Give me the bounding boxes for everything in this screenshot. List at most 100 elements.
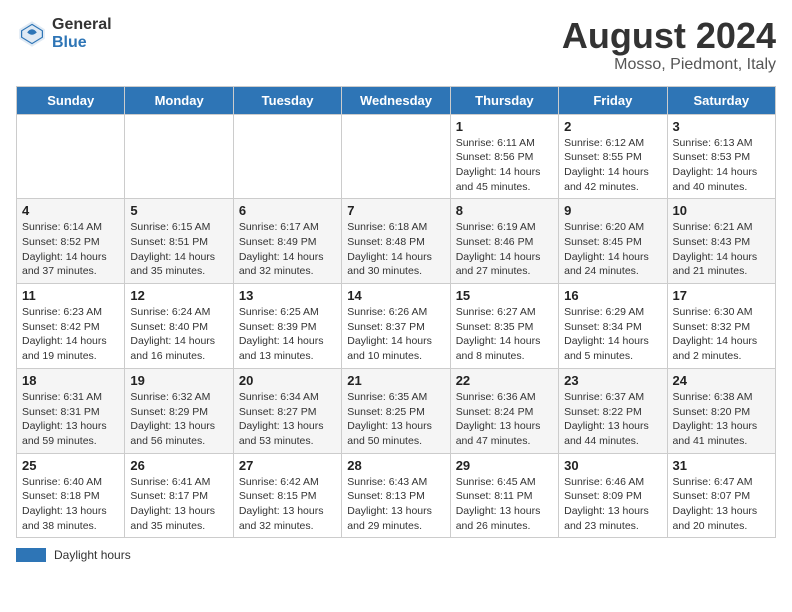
sunrise-text: Sunrise: 6:13 AM [673, 136, 770, 151]
sunset-text: Sunset: 8:31 PM [22, 405, 119, 420]
date-number: 7 [347, 203, 444, 218]
daylight-text: Daylight: 13 hours and 35 minutes. [130, 504, 227, 533]
calendar-week-row: 25 Sunrise: 6:40 AM Sunset: 8:18 PM Dayl… [17, 453, 776, 538]
sunrise-text: Sunrise: 6:18 AM [347, 220, 444, 235]
header-tuesday: Tuesday [233, 86, 341, 114]
date-number: 18 [22, 373, 119, 388]
date-number: 1 [456, 119, 553, 134]
page-header: General Blue August 2024 Mosso, Piedmont… [16, 16, 776, 74]
table-row: 23 Sunrise: 6:37 AM Sunset: 8:22 PM Dayl… [559, 368, 667, 453]
legend: Daylight hours [16, 548, 776, 562]
daylight-text: Daylight: 14 hours and 30 minutes. [347, 250, 444, 279]
sunrise-text: Sunrise: 6:37 AM [564, 390, 661, 405]
daylight-text: Daylight: 13 hours and 20 minutes. [673, 504, 770, 533]
header-sunday: Sunday [17, 86, 125, 114]
sunset-text: Sunset: 8:32 PM [673, 320, 770, 335]
date-number: 30 [564, 458, 661, 473]
sunrise-text: Sunrise: 6:41 AM [130, 475, 227, 490]
sunrise-text: Sunrise: 6:32 AM [130, 390, 227, 405]
sunset-text: Sunset: 8:09 PM [564, 489, 661, 504]
sunrise-text: Sunrise: 6:15 AM [130, 220, 227, 235]
sunrise-text: Sunrise: 6:19 AM [456, 220, 553, 235]
sunrise-text: Sunrise: 6:47 AM [673, 475, 770, 490]
sunset-text: Sunset: 8:35 PM [456, 320, 553, 335]
daylight-text: Daylight: 14 hours and 32 minutes. [239, 250, 336, 279]
sunrise-text: Sunrise: 6:23 AM [22, 305, 119, 320]
sunrise-text: Sunrise: 6:35 AM [347, 390, 444, 405]
table-row: 17 Sunrise: 6:30 AM Sunset: 8:32 PM Dayl… [667, 284, 775, 369]
date-number: 25 [22, 458, 119, 473]
header-wednesday: Wednesday [342, 86, 450, 114]
sunset-text: Sunset: 8:18 PM [22, 489, 119, 504]
date-number: 11 [22, 288, 119, 303]
table-row: 26 Sunrise: 6:41 AM Sunset: 8:17 PM Dayl… [125, 453, 233, 538]
date-number: 8 [456, 203, 553, 218]
date-number: 17 [673, 288, 770, 303]
date-number: 22 [456, 373, 553, 388]
daylight-text: Daylight: 13 hours and 38 minutes. [22, 504, 119, 533]
date-number: 12 [130, 288, 227, 303]
sunset-text: Sunset: 8:24 PM [456, 405, 553, 420]
sunset-text: Sunset: 8:37 PM [347, 320, 444, 335]
sunset-text: Sunset: 8:13 PM [347, 489, 444, 504]
sunset-text: Sunset: 8:39 PM [239, 320, 336, 335]
table-row: 13 Sunrise: 6:25 AM Sunset: 8:39 PM Dayl… [233, 284, 341, 369]
daylight-text: Daylight: 14 hours and 40 minutes. [673, 165, 770, 194]
date-number: 5 [130, 203, 227, 218]
legend-label: Daylight hours [54, 548, 131, 562]
sunset-text: Sunset: 8:15 PM [239, 489, 336, 504]
table-row: 1 Sunrise: 6:11 AM Sunset: 8:56 PM Dayli… [450, 114, 558, 199]
sunrise-text: Sunrise: 6:42 AM [239, 475, 336, 490]
table-row [342, 114, 450, 199]
date-number: 31 [673, 458, 770, 473]
daylight-text: Daylight: 13 hours and 23 minutes. [564, 504, 661, 533]
logo-icon [16, 18, 48, 50]
table-row: 24 Sunrise: 6:38 AM Sunset: 8:20 PM Dayl… [667, 368, 775, 453]
table-row: 19 Sunrise: 6:32 AM Sunset: 8:29 PM Dayl… [125, 368, 233, 453]
sunrise-text: Sunrise: 6:14 AM [22, 220, 119, 235]
header-monday: Monday [125, 86, 233, 114]
sunrise-text: Sunrise: 6:46 AM [564, 475, 661, 490]
daylight-text: Daylight: 13 hours and 26 minutes. [456, 504, 553, 533]
table-row [17, 114, 125, 199]
table-row: 7 Sunrise: 6:18 AM Sunset: 8:48 PM Dayli… [342, 199, 450, 284]
table-row: 20 Sunrise: 6:34 AM Sunset: 8:27 PM Dayl… [233, 368, 341, 453]
table-row: 22 Sunrise: 6:36 AM Sunset: 8:24 PM Dayl… [450, 368, 558, 453]
sunset-text: Sunset: 8:55 PM [564, 150, 661, 165]
date-number: 29 [456, 458, 553, 473]
table-row [233, 114, 341, 199]
daylight-text: Daylight: 13 hours and 56 minutes. [130, 419, 227, 448]
sunrise-text: Sunrise: 6:31 AM [22, 390, 119, 405]
table-row: 6 Sunrise: 6:17 AM Sunset: 8:49 PM Dayli… [233, 199, 341, 284]
sunrise-text: Sunrise: 6:43 AM [347, 475, 444, 490]
sunset-text: Sunset: 8:17 PM [130, 489, 227, 504]
table-row: 9 Sunrise: 6:20 AM Sunset: 8:45 PM Dayli… [559, 199, 667, 284]
table-row: 18 Sunrise: 6:31 AM Sunset: 8:31 PM Dayl… [17, 368, 125, 453]
daylight-text: Daylight: 13 hours and 59 minutes. [22, 419, 119, 448]
title-block: August 2024 Mosso, Piedmont, Italy [562, 16, 776, 74]
daylight-text: Daylight: 14 hours and 21 minutes. [673, 250, 770, 279]
sunrise-text: Sunrise: 6:24 AM [130, 305, 227, 320]
table-row: 3 Sunrise: 6:13 AM Sunset: 8:53 PM Dayli… [667, 114, 775, 199]
date-number: 15 [456, 288, 553, 303]
table-row: 31 Sunrise: 6:47 AM Sunset: 8:07 PM Dayl… [667, 453, 775, 538]
daylight-text: Daylight: 14 hours and 13 minutes. [239, 334, 336, 363]
sunrise-text: Sunrise: 6:38 AM [673, 390, 770, 405]
calendar-week-row: 18 Sunrise: 6:31 AM Sunset: 8:31 PM Dayl… [17, 368, 776, 453]
table-row: 2 Sunrise: 6:12 AM Sunset: 8:55 PM Dayli… [559, 114, 667, 199]
logo: General Blue [16, 16, 112, 51]
sunrise-text: Sunrise: 6:45 AM [456, 475, 553, 490]
sunrise-text: Sunrise: 6:29 AM [564, 305, 661, 320]
table-row: 21 Sunrise: 6:35 AM Sunset: 8:25 PM Dayl… [342, 368, 450, 453]
sunset-text: Sunset: 8:34 PM [564, 320, 661, 335]
table-row: 28 Sunrise: 6:43 AM Sunset: 8:13 PM Dayl… [342, 453, 450, 538]
sunrise-text: Sunrise: 6:34 AM [239, 390, 336, 405]
logo-blue: Blue [52, 34, 87, 51]
sunset-text: Sunset: 8:49 PM [239, 235, 336, 250]
date-number: 3 [673, 119, 770, 134]
date-number: 27 [239, 458, 336, 473]
date-number: 28 [347, 458, 444, 473]
header-friday: Friday [559, 86, 667, 114]
calendar-week-row: 4 Sunrise: 6:14 AM Sunset: 8:52 PM Dayli… [17, 199, 776, 284]
sunset-text: Sunset: 8:51 PM [130, 235, 227, 250]
